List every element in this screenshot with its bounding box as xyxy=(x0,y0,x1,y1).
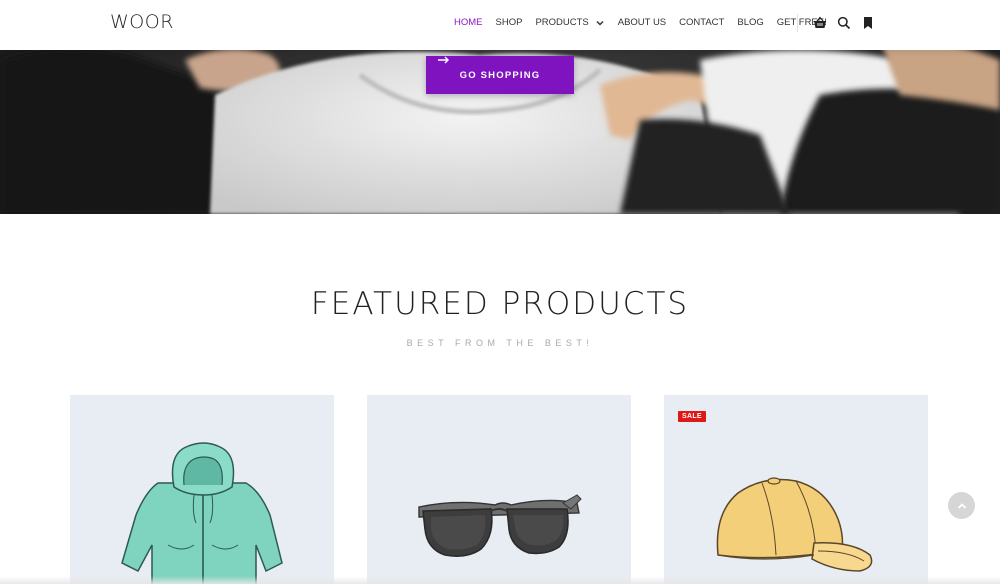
nav-item-home[interactable]: HOME xyxy=(454,17,483,28)
product-card-hoodie[interactable] xyxy=(70,395,334,584)
chevron-up-icon xyxy=(957,502,966,509)
site-logo[interactable]: WOOR xyxy=(110,11,174,33)
bottom-fade xyxy=(0,576,1000,584)
go-shopping-button[interactable]: GO SHOPPING xyxy=(426,56,574,94)
go-shopping-label: GO SHOPPING xyxy=(459,69,541,81)
nav-item-shop[interactable]: SHOP xyxy=(496,17,523,28)
basket-icon[interactable] xyxy=(813,16,827,30)
nav-item-products[interactable]: PRODUCTS xyxy=(535,17,604,28)
product-card-sunglasses[interactable] xyxy=(367,395,631,584)
featured-title: FEATURED PRODUCTS xyxy=(310,286,690,322)
hoodie-image xyxy=(121,442,283,584)
nav-item-about-us[interactable]: ABOUT US xyxy=(618,17,666,28)
product-card-cap[interactable]: SALE xyxy=(664,395,928,584)
nav-divider xyxy=(797,14,798,32)
search-icon[interactable] xyxy=(837,16,851,30)
cap-image xyxy=(716,477,873,572)
bookmark-icon[interactable] xyxy=(861,16,875,30)
main-nav: HOME SHOP PRODUCTS ABOUT US CONTACT BLOG… xyxy=(454,17,840,28)
nav-item-contact[interactable]: CONTACT xyxy=(679,17,724,28)
featured-subtitle: BEST FROM THE BEST! xyxy=(406,338,594,348)
chevron-down-icon xyxy=(596,20,604,26)
sunglasses-image xyxy=(418,494,582,557)
nav-item-products-label: PRODUCTS xyxy=(535,17,589,28)
scroll-to-top-button[interactable] xyxy=(948,492,975,519)
arrow-right-icon xyxy=(438,56,449,64)
nav-item-blog[interactable]: BLOG xyxy=(737,17,763,28)
site-header: WOOR HOME SHOP PRODUCTS ABOUT US CONTACT… xyxy=(0,0,1000,50)
